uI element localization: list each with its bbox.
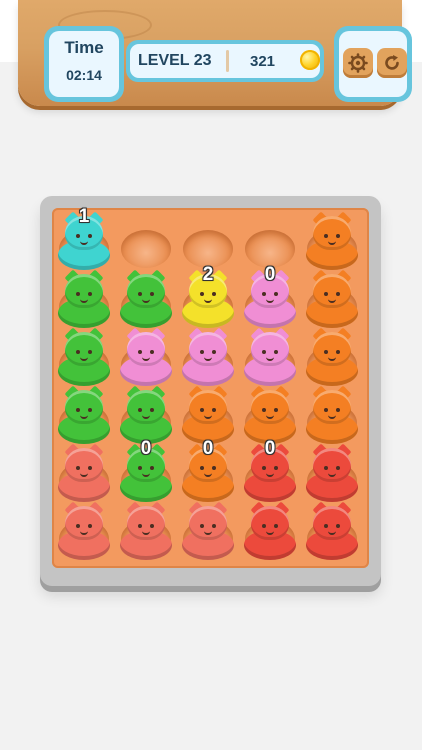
- stack-piece-cyan[interactable]: 1: [58, 206, 110, 272]
- stack-count-badge: 0: [264, 264, 276, 285]
- level-panel: LEVEL 23 321: [126, 40, 324, 82]
- hole[interactable]: [245, 230, 295, 268]
- stack-count-badge: 2: [202, 264, 214, 285]
- divider: [226, 50, 229, 72]
- hole[interactable]: [183, 230, 233, 268]
- stack-piece-green[interactable]: [58, 385, 110, 446]
- stack-piece-orange[interactable]: [306, 327, 358, 388]
- stack-piece-orange[interactable]: [306, 269, 358, 330]
- restart-button[interactable]: [377, 48, 407, 78]
- stack-piece-green[interactable]: 0: [120, 438, 172, 504]
- stack-piece-salmon[interactable]: [58, 443, 110, 504]
- stack-piece-orange[interactable]: [306, 211, 358, 272]
- game-board: 1 2 0 0 0 0: [40, 196, 381, 586]
- stack-piece-salmon[interactable]: [120, 501, 172, 562]
- stack-piece-red[interactable]: [306, 501, 358, 562]
- controls-panel: [334, 26, 412, 102]
- level-label: LEVEL 23: [138, 52, 212, 69]
- hole[interactable]: [121, 230, 171, 268]
- coin-icon: [300, 50, 320, 70]
- time-label: Time: [64, 38, 104, 57]
- stack-piece-salmon[interactable]: [58, 501, 110, 562]
- stack-piece-pink[interactable]: [120, 327, 172, 388]
- stack-piece-orange[interactable]: 0: [182, 438, 234, 504]
- restart-icon: [385, 55, 399, 70]
- stack-piece-red[interactable]: [306, 443, 358, 504]
- game-header: Time 02:14 LEVEL 23 321: [18, 0, 412, 106]
- stack-piece-salmon[interactable]: [182, 501, 234, 562]
- stack-piece-pink[interactable]: 0: [244, 264, 296, 330]
- board-surface: 1 2 0 0 0 0: [52, 206, 369, 568]
- stack-piece-red[interactable]: 0: [244, 438, 296, 504]
- time-value: 02:14: [66, 67, 102, 83]
- stack-piece-green[interactable]: [120, 269, 172, 330]
- stack-piece-yellow[interactable]: 2: [182, 264, 234, 330]
- stack-piece-green[interactable]: [58, 269, 110, 330]
- coin-count: 321: [250, 53, 276, 70]
- stack-count-badge: 1: [78, 206, 90, 227]
- stack-piece-green[interactable]: [58, 327, 110, 388]
- stack-piece-pink[interactable]: [182, 327, 234, 388]
- stack-piece-orange[interactable]: [306, 385, 358, 446]
- stack-count-badge: 0: [140, 438, 152, 459]
- stack-piece-red[interactable]: [244, 501, 296, 562]
- stack-count-badge: 0: [202, 438, 214, 459]
- settings-button[interactable]: [343, 48, 373, 78]
- gear-icon: [348, 53, 368, 73]
- timer-panel: Time 02:14: [44, 26, 124, 102]
- stack-count-badge: 0: [264, 438, 276, 459]
- stack-piece-pink[interactable]: [244, 327, 296, 388]
